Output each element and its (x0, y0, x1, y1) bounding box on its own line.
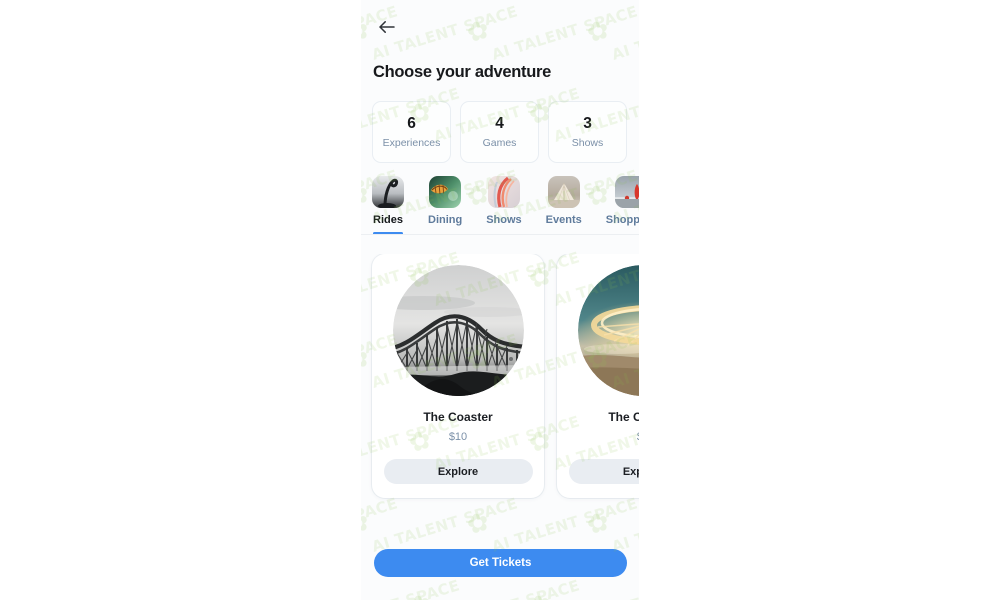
stat-value: 4 (495, 114, 504, 132)
watermark-logo-icon: ✿ (361, 505, 373, 541)
rides-carousel[interactable]: The Coaster $10 Explore The C Ex (361, 254, 639, 504)
stat-label: Games (482, 137, 517, 149)
explore-button[interactable]: Explore (383, 459, 533, 484)
ride-price: $10 (448, 431, 468, 443)
watermark-text: AI TALENT SPACE (552, 576, 639, 600)
watermark-logo-icon: ✿ (525, 587, 555, 600)
tab-label: Rides (373, 214, 403, 226)
ride-card[interactable]: The Coaster $10 Explore (372, 254, 544, 498)
watermark-logo-icon: ✿ (463, 505, 493, 541)
watermark-text: AI TALENT SPACE (432, 576, 582, 600)
tab-label: Dining (428, 214, 463, 226)
explore-button[interactable]: Explore (568, 459, 639, 484)
tab-active-underline (373, 232, 403, 234)
page-title: Choose your adventure (373, 63, 551, 81)
events-thumbnail-icon (547, 176, 580, 208)
dining-thumbnail-icon (429, 176, 462, 208)
tab-label: Shopping (605, 214, 639, 226)
stats-row: 6 Experiences 4 Games 3 Shows (372, 101, 639, 163)
ride-card[interactable]: The Coaster $8 Explore (557, 254, 639, 498)
get-tickets-button[interactable]: Get Tickets (374, 549, 627, 577)
top-bar (361, 0, 639, 52)
category-tabs-track: Rides Dining Shows Events Shop (372, 176, 639, 234)
stat-value: 6 (407, 114, 416, 132)
roller-coaster-photo (392, 265, 524, 396)
shows-thumbnail-icon (487, 176, 520, 208)
watermark-logo-icon: ✿ (405, 587, 435, 600)
tab-label: Events (545, 214, 582, 226)
rides-carousel-track: The Coaster $10 Explore The C Ex (372, 254, 639, 498)
stat-card-shows[interactable]: 3 Shows (548, 101, 627, 163)
stat-value: 3 (583, 114, 592, 132)
phone-viewport: Choose your adventure 6 Experiences 4 Ga… (361, 0, 639, 600)
tab-shopping[interactable]: Shopping (606, 176, 639, 226)
carousel-ride-photo (577, 265, 639, 396)
stat-label: Experiences (382, 137, 441, 149)
stat-label: Shows (571, 137, 604, 149)
stat-card-experiences[interactable]: 6 Experiences (372, 101, 451, 163)
category-tabs[interactable]: Rides Dining Shows Events Shop (361, 176, 639, 235)
screenshot-stage: Choose your adventure 6 Experiences 4 Ga… (0, 0, 1000, 600)
ride-name: The Coaster (608, 410, 639, 424)
tab-dining[interactable]: Dining (428, 176, 462, 226)
tab-shows[interactable]: Shows (486, 176, 522, 226)
tab-events[interactable]: Events (546, 176, 582, 226)
back-button[interactable] (372, 14, 402, 40)
watermark-text: AI TALENT SPACE (361, 576, 462, 600)
ride-name: The Coaster (423, 410, 493, 424)
rides-thumbnail-icon (372, 176, 404, 208)
ride-price: $8 (637, 432, 639, 443)
watermark-logo-icon: ✿ (583, 505, 613, 541)
tab-rides[interactable]: Rides (372, 176, 404, 234)
shopping-thumbnail-icon (615, 176, 639, 208)
arrow-left-icon (378, 19, 396, 35)
tab-label: Shows (486, 214, 522, 226)
stat-card-games[interactable]: 4 Games (460, 101, 539, 163)
